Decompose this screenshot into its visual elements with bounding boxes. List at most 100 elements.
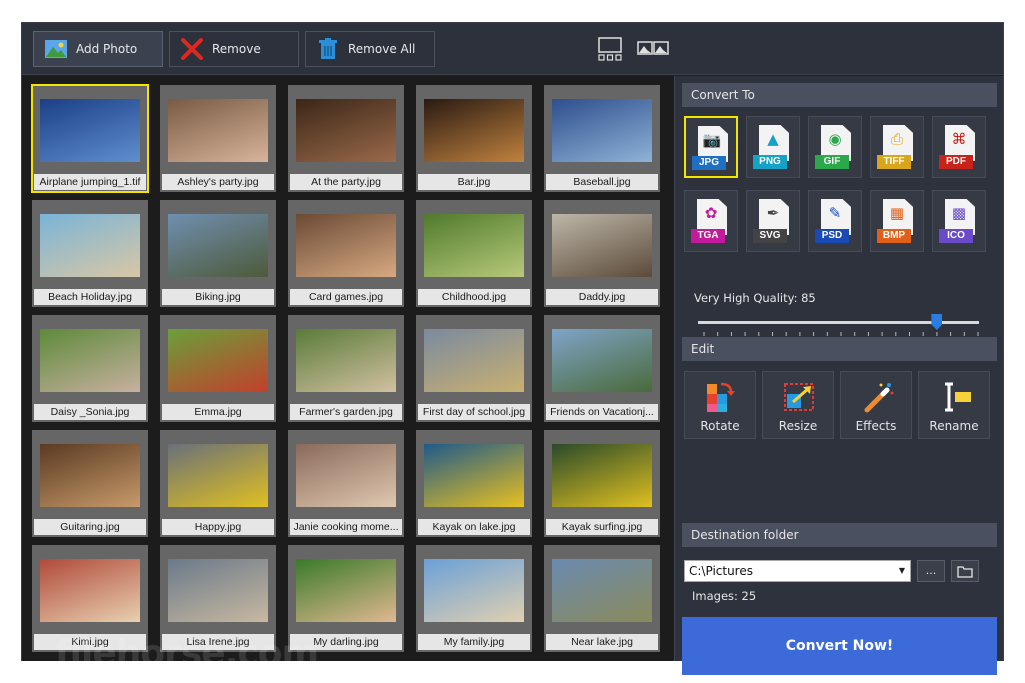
format-tiff-button[interactable]: ⎙ TIFF	[870, 116, 924, 178]
photo-thumbnail[interactable]: Guitaring.jpg	[32, 430, 148, 537]
add-photo-label: Add Photo	[76, 42, 138, 56]
photo-filename: Biking.jpg	[162, 289, 274, 305]
photo-image	[296, 214, 396, 277]
photo-thumbnail[interactable]: Happy.jpg	[160, 430, 276, 537]
brush-icon: ✎	[828, 204, 842, 222]
photo-image	[296, 444, 396, 507]
photo-thumbnail[interactable]: Childhood.jpg	[416, 200, 532, 307]
photo-thumbnail[interactable]: My family.jpg	[416, 545, 532, 652]
photo-image	[296, 329, 396, 392]
photo-filename: Lisa Irene.jpg	[162, 634, 274, 650]
format-png-button[interactable]: ▲ PNG	[746, 116, 800, 178]
photo-thumbnail[interactable]: Ashley's party.jpg	[160, 85, 276, 192]
app-window: Add Photo Remove Remove All Airplane jum…	[21, 22, 1004, 675]
convert-now-button[interactable]: Convert Now!	[682, 617, 997, 675]
photo-thumbnail[interactable]: Airplane jumping_1.tif	[31, 84, 149, 193]
photo-image	[424, 214, 524, 277]
vector-pen-icon: ✒	[766, 204, 780, 222]
photo-image	[168, 444, 268, 507]
landscape-icon: ▲	[767, 130, 779, 148]
photo-image	[424, 329, 524, 392]
photo-thumbnail[interactable]: Card games.jpg	[288, 200, 404, 307]
photo-thumbnail[interactable]: Daddy.jpg	[544, 200, 660, 307]
rotate-label: Rotate	[700, 419, 740, 433]
format-label: TIFF	[877, 155, 911, 169]
destination-path-input[interactable]: C:\Pictures ▼	[684, 560, 911, 582]
quality-slider-thumb[interactable]	[931, 314, 943, 330]
format-gif-button[interactable]: ◉ GIF	[808, 116, 862, 178]
format-ico-button[interactable]: ▩ ICO	[932, 190, 986, 252]
rgb-circles-icon: ✿	[704, 204, 718, 222]
photo-thumbnail[interactable]: Friends on Vacationj...	[544, 315, 660, 422]
rotate-icon	[707, 382, 735, 412]
photo-thumbnail[interactable]: Daisy _Sonia.jpg	[32, 315, 148, 422]
add-photo-button[interactable]: Add Photo	[33, 31, 163, 67]
format-jpg-button[interactable]: 📷 JPG	[684, 116, 738, 178]
photo-filename: Farmer's garden.jpg	[290, 404, 402, 420]
trash-icon	[319, 38, 337, 59]
camera-icon: 📷	[702, 131, 722, 149]
photo-thumbnail[interactable]: Near lake.jpg	[544, 545, 660, 652]
photo-filename: First day of school.jpg	[418, 404, 530, 420]
photo-filename: My family.jpg	[418, 634, 530, 650]
photo-filename: Baseball.jpg	[546, 174, 658, 190]
photo-thumbnail[interactable]: Biking.jpg	[160, 200, 276, 307]
open-folder-button[interactable]	[951, 560, 979, 582]
photo-thumbnail[interactable]: Emma.jpg	[160, 315, 276, 422]
format-label: PSD	[815, 229, 849, 243]
toolbar: Add Photo Remove Remove All	[22, 23, 1003, 75]
photo-grid: Airplane jumping_1.tif Ashley's party.jpg…	[22, 76, 673, 661]
photo-filename: Childhood.jpg	[418, 289, 530, 305]
printer-icon: ⎙	[890, 130, 903, 148]
photo-filename: Daddy.jpg	[546, 289, 658, 305]
effects-button[interactable]: Effects	[840, 371, 912, 439]
photo-image	[424, 559, 524, 622]
grid-view-icon[interactable]	[598, 37, 622, 61]
photo-image	[40, 214, 140, 277]
photo-thumbnail[interactable]: At the party.jpg	[288, 85, 404, 192]
format-tga-button[interactable]: ✿ TGA	[684, 190, 738, 252]
browse-button[interactable]: ...	[917, 560, 945, 582]
photo-image	[552, 559, 652, 622]
photo-image	[424, 99, 524, 162]
rotate-button[interactable]: Rotate	[684, 371, 756, 439]
photo-thumbnail[interactable]: Baseball.jpg	[544, 85, 660, 192]
rename-label: Rename	[929, 419, 979, 433]
photo-thumbnail[interactable]: Lisa Irene.jpg	[160, 545, 276, 652]
photo-thumbnail[interactable]: Kayak on lake.jpg	[416, 430, 532, 537]
photo-thumbnail[interactable]: Beach Holiday.jpg	[32, 200, 148, 307]
photo-filename: Airplane jumping_1.tif	[34, 174, 146, 190]
photo-filename: Kayak surfing.jpg	[546, 519, 658, 535]
photo-filename: Emma.jpg	[162, 404, 274, 420]
photo-thumbnail[interactable]: Janie cooking mome...	[288, 430, 404, 537]
chevron-down-icon[interactable]: ▼	[894, 561, 910, 581]
photo-thumbnail[interactable]: Bar.jpg	[416, 85, 532, 192]
remove-all-button[interactable]: Remove All	[305, 31, 435, 67]
quality-slider-ticks	[703, 332, 979, 336]
photo-image	[40, 329, 140, 392]
photo-filename: Guitaring.jpg	[34, 519, 146, 535]
photo-image	[424, 444, 524, 507]
remove-button[interactable]: Remove	[169, 31, 299, 67]
photo-image	[40, 99, 140, 162]
resize-button[interactable]: Resize	[762, 371, 834, 439]
format-pdf-button[interactable]: ⌘ PDF	[932, 116, 986, 178]
format-svg-button[interactable]: ✒ SVG	[746, 190, 800, 252]
resize-label: Resize	[778, 419, 818, 433]
photo-filename: Ashley's party.jpg	[162, 174, 274, 190]
resize-icon	[784, 383, 814, 411]
photo-thumbnail[interactable]: My darling.jpg	[288, 545, 404, 652]
rename-button[interactable]: Rename	[918, 371, 990, 439]
format-bmp-button[interactable]: ▦ BMP	[870, 190, 924, 252]
add-photo-icon	[45, 40, 67, 58]
photo-thumbnail[interactable]: Kimi.jpg	[32, 545, 148, 652]
effects-label: Effects	[855, 419, 897, 433]
photo-thumbnail[interactable]: Kayak surfing.jpg	[544, 430, 660, 537]
format-psd-button[interactable]: ✎ PSD	[808, 190, 862, 252]
photo-thumbnail[interactable]: First day of school.jpg	[416, 315, 532, 422]
format-label: SVG	[753, 229, 787, 243]
thumbnail-view-icon[interactable]	[637, 41, 669, 55]
windows-icon: ▦	[889, 204, 905, 222]
photo-image	[296, 559, 396, 622]
photo-thumbnail[interactable]: Farmer's garden.jpg	[288, 315, 404, 422]
